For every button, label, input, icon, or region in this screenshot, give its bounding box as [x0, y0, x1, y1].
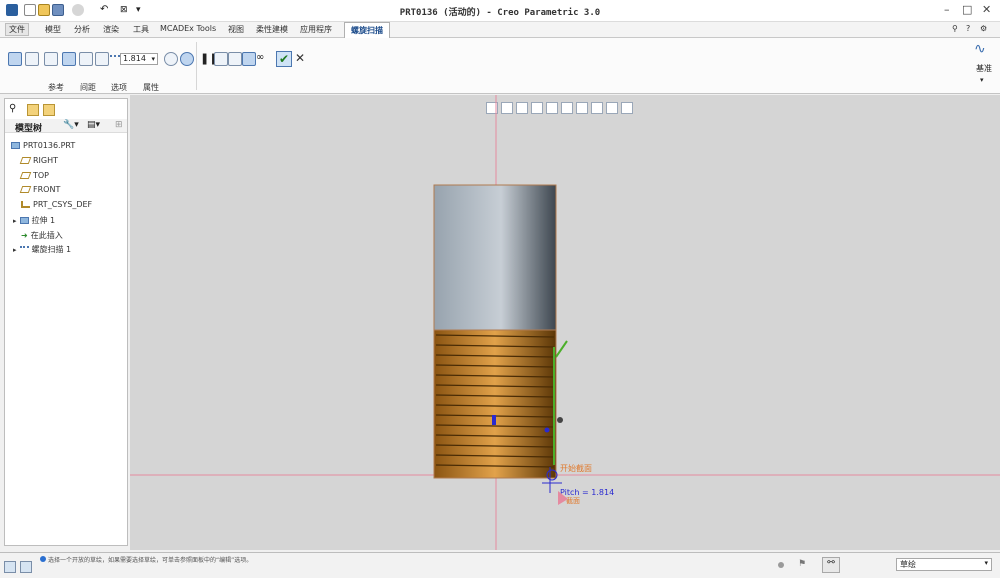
- tree-columns-icon[interactable]: ⊞: [115, 120, 123, 130]
- pitch-label[interactable]: Pitch = 1.814: [560, 488, 614, 497]
- maximize-button[interactable]: □: [962, 3, 972, 16]
- extrude-icon: [19, 217, 29, 224]
- profile-normal-icon[interactable]: [95, 52, 109, 66]
- graphics-window[interactable]: 开始截面 Pitch = 1.814 截面: [130, 95, 1000, 550]
- tree-item-csys[interactable]: PRT_CSYS_DEF: [21, 200, 92, 209]
- datum-plane-icon: [19, 157, 32, 164]
- axis-marker: [492, 415, 496, 425]
- drag-handle[interactable]: [557, 417, 563, 423]
- status-message: 选择一个开放的草绘，如果需要选择草绘，可单击参照面板中的“编辑”选项。: [48, 557, 253, 564]
- status-nav-icon[interactable]: [20, 561, 32, 573]
- status-bar: 选择一个开放的草绘，如果需要选择草绘，可单击参照面板中的“编辑”选项。 ⚑ ⚯ …: [0, 552, 1000, 578]
- tab-helical-sweep[interactable]: 螺旋扫描: [344, 22, 390, 38]
- info-icon: [40, 556, 46, 562]
- tab-options[interactable]: 选项: [111, 82, 127, 93]
- cancel-button[interactable]: ✕: [295, 51, 305, 65]
- progress-dot-icon: [778, 562, 784, 568]
- ok-button[interactable]: ✔: [276, 51, 292, 67]
- flag-icon[interactable]: ⚑: [798, 559, 806, 569]
- chevron-down-icon: ▾: [151, 55, 155, 63]
- favorites-icon[interactable]: [43, 104, 55, 116]
- tab-tools[interactable]: 工具: [133, 24, 149, 35]
- datum-plane-icon: [19, 172, 32, 179]
- title-bar: ↶ ⊠ ▾ PRT0136 (活动的) - Creo Parametric 3.…: [0, 0, 1000, 22]
- expand-icon[interactable]: ▸: [13, 217, 17, 225]
- chevron-down-icon: ▾: [984, 559, 988, 567]
- ribbon: 1.814 ▾ ❚❚ ∞ ✔ ✕ 参考 间距 选项 属性 ∿ 基准 ▾: [0, 38, 1000, 94]
- model-tree-panel: ⚲ 模型树 🔧▾ ▤▾ ⊞ PRT0136.PRT RIGHT TOP FRON…: [4, 98, 128, 546]
- tab-applications[interactable]: 应用程序: [300, 24, 332, 35]
- chevron-down-icon[interactable]: ▾: [980, 76, 984, 84]
- settings-icon[interactable]: ⚙: [980, 24, 987, 33]
- tab-flexible-modeling[interactable]: 柔性建模: [256, 24, 288, 35]
- part-icon: [11, 142, 20, 149]
- helical-sweep-icon: [19, 246, 29, 253]
- csys-icon: [21, 201, 30, 208]
- tree-item-helical-sweep[interactable]: ▸ 螺旋扫描 1: [13, 244, 71, 255]
- tab-references[interactable]: 参考: [48, 82, 64, 93]
- tab-file[interactable]: 文件: [5, 23, 29, 36]
- filter-value: 草绘: [900, 560, 916, 569]
- minimize-button[interactable]: –: [944, 3, 950, 16]
- tree-root[interactable]: PRT0136.PRT: [11, 141, 75, 150]
- remove-material-icon[interactable]: [62, 52, 76, 66]
- tab-pitch[interactable]: 间距: [80, 82, 96, 93]
- divider: [196, 42, 197, 90]
- tree-item-right[interactable]: RIGHT: [19, 156, 58, 165]
- sweep-trajectory-line[interactable]: [555, 340, 568, 358]
- shaft-cylinder[interactable]: [433, 184, 557, 331]
- tree-header-label: 模型树: [15, 124, 43, 134]
- tab-render[interactable]: 渲染: [103, 24, 119, 35]
- datum-plane-icon: [19, 186, 32, 193]
- selection-filter-dropdown[interactable]: 草绘 ▾: [896, 558, 992, 571]
- tab-properties[interactable]: 属性: [143, 82, 159, 93]
- tree-item-front[interactable]: FRONT: [19, 185, 60, 194]
- insert-arrow-icon: ➜: [21, 231, 28, 240]
- preview-icon[interactable]: [228, 52, 242, 66]
- solid-icon[interactable]: [8, 52, 22, 66]
- pitch-value: 1.814: [123, 54, 146, 63]
- tab-mcadex-tools[interactable]: MCADEx Tools: [160, 24, 216, 33]
- tab-view[interactable]: 视图: [228, 24, 244, 35]
- find-binoculars-icon[interactable]: ⚯: [822, 557, 840, 573]
- sketch-icon[interactable]: [44, 52, 58, 66]
- pitch-icon: [110, 55, 120, 61]
- tree-settings-icon[interactable]: 🔧▾: [63, 120, 79, 130]
- verify-icon[interactable]: [242, 52, 256, 66]
- tree-mode-icon[interactable]: ⚲: [9, 103, 16, 114]
- tab-analysis[interactable]: 分析: [74, 24, 90, 35]
- model-viewport[interactable]: 开始截面 Pitch = 1.814 截面: [130, 95, 1000, 550]
- no-preview-icon[interactable]: [214, 52, 228, 66]
- close-button[interactable]: ✕: [982, 3, 991, 16]
- tab-model[interactable]: 模型: [45, 24, 61, 35]
- thicken-icon[interactable]: [79, 52, 93, 66]
- tree-item-top[interactable]: TOP: [19, 171, 49, 180]
- right-handed-icon[interactable]: [180, 52, 194, 66]
- surface-icon[interactable]: [25, 52, 39, 66]
- tree-item-insert-here[interactable]: ➜ 在此插入: [21, 230, 63, 241]
- datum-label[interactable]: 基准: [976, 63, 992, 74]
- start-section-label: 开始截面: [560, 463, 592, 473]
- tree-header: 模型树 🔧▾ ▤▾ ⊞: [5, 119, 127, 134]
- profile-point-marker[interactable]: [544, 427, 550, 433]
- tree-item-extrude[interactable]: ▸ 拉伸 1: [13, 215, 55, 226]
- menu-bar: 文件 模型 分析 渲染 工具 MCADEx Tools 视图 柔性建模 应用程序…: [0, 22, 1000, 38]
- glasses-icon[interactable]: ∞: [256, 52, 264, 63]
- folder-icon[interactable]: [27, 104, 39, 116]
- help-icon[interactable]: ?: [966, 24, 970, 33]
- left-handed-icon[interactable]: [164, 52, 178, 66]
- datum-wave-icon[interactable]: ∿: [974, 41, 986, 57]
- window-title: PRT0136 (活动的) - Creo Parametric 3.0: [399, 8, 601, 18]
- tree-show-icon[interactable]: ▤▾: [87, 120, 100, 130]
- tree-toolbar: ⚲: [7, 101, 125, 119]
- search-icon[interactable]: ⚲: [952, 24, 958, 33]
- pitch-input[interactable]: 1.814 ▾: [120, 53, 158, 65]
- end-section-label: 截面: [566, 496, 580, 505]
- status-left-icon[interactable]: [4, 561, 16, 573]
- expand-icon[interactable]: ▸: [13, 246, 17, 254]
